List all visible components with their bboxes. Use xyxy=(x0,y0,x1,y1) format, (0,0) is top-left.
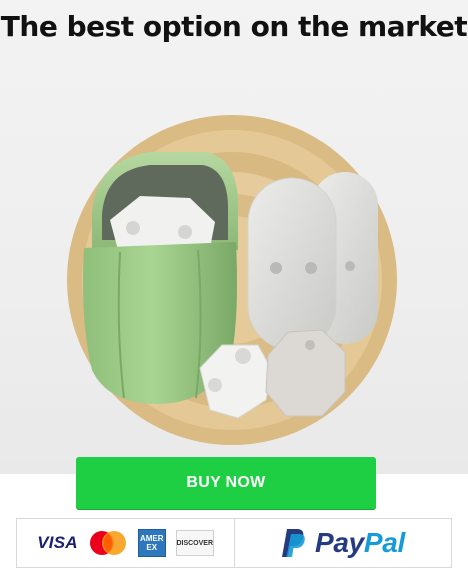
paypal-logo: PayPal xyxy=(235,519,451,567)
amex-line-2: EX xyxy=(146,543,158,552)
discover-icon: DISCOVER xyxy=(175,530,214,556)
card-logos: VISA AMER EX DISCOVER xyxy=(17,519,235,567)
paypal-word-pay: Pay xyxy=(314,527,364,558)
amex-icon: AMER EX xyxy=(137,529,166,557)
visa-icon: VISA xyxy=(37,533,78,552)
paypal-word-pal: Pal xyxy=(363,527,406,558)
mastercard-icon xyxy=(89,531,126,555)
hero-section: The best option on the market xyxy=(0,0,468,474)
product-image xyxy=(67,115,397,445)
payment-methods: VISA AMER EX DISCOVER PayPal xyxy=(16,518,452,568)
paypal-icon xyxy=(281,529,305,557)
buy-now-button[interactable]: BUY NOW xyxy=(76,457,376,509)
electrode-pad-front xyxy=(247,177,337,351)
amex-line-1: AMER xyxy=(139,534,164,543)
paypal-wordmark: PayPal xyxy=(315,527,405,559)
